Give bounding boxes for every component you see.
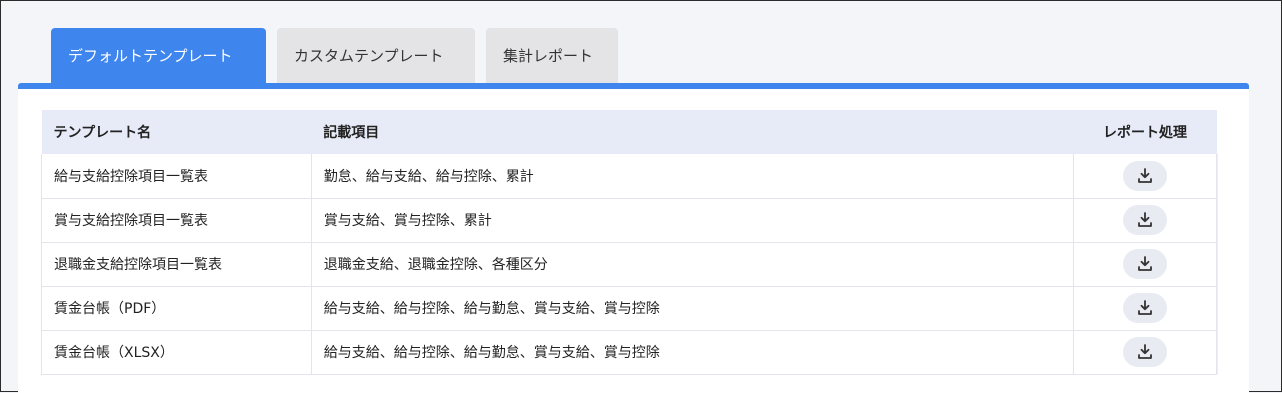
download-icon: [1138, 167, 1152, 183]
download-button[interactable]: [1123, 205, 1168, 235]
tab-default-templates[interactable]: デフォルトテンプレート: [51, 28, 266, 83]
template-name: 賃金台帳（PDF）: [41, 286, 312, 331]
download-button[interactable]: [1123, 293, 1168, 323]
download-button[interactable]: [1123, 337, 1168, 367]
template-name: 退職金支給控除項目一覧表: [41, 242, 312, 287]
download-icon: [1138, 344, 1152, 359]
template-items: 退職金支給、退職金控除、各種区分: [311, 242, 1075, 287]
report-cell: [1073, 286, 1217, 331]
template-name: 賃金台帳（XLSX）: [41, 330, 312, 375]
download-button[interactable]: [1123, 249, 1168, 279]
app-frame: デフォルトテンプレート カスタムテンプレート 集計レポート テンプレート名 記載…: [0, 0, 1282, 393]
tab-bar: デフォルトテンプレート カスタムテンプレート 集計レポート: [51, 28, 618, 83]
template-name: 賞与支給控除項目一覧表: [41, 198, 312, 243]
column-header-items: 記載項目: [323, 125, 380, 141]
template-items: 賞与支給、賞与控除、累計: [311, 198, 1075, 243]
report-cell: [1073, 330, 1217, 375]
download-icon: [1138, 212, 1152, 227]
table-row: 賞与支給控除項目一覧表 賞与支給、賞与控除、累計: [41, 198, 1217, 243]
table-header-row: テンプレート名 記載項目 レポート処理: [41, 110, 1217, 154]
template-table: テンプレート名 記載項目 レポート処理 給与支給控除項目一覧表 勤怠、給与支給、…: [41, 110, 1217, 375]
template-items: 給与支給、給与控除、給与勤怠、賞与支給、賞与控除: [311, 286, 1075, 331]
template-items: 勤怠、給与支給、給与控除、累計: [311, 154, 1075, 199]
download-icon: [1138, 300, 1152, 315]
report-cell: [1073, 242, 1217, 287]
column-header-report: レポート処理: [1103, 125, 1188, 141]
report-cell: [1073, 198, 1217, 243]
download-icon: [1138, 256, 1152, 271]
report-cell: [1073, 154, 1217, 199]
download-button[interactable]: [1123, 160, 1168, 191]
table-row: 給与支給控除項目一覧表 勤怠、給与支給、給与控除、累計: [41, 154, 1217, 199]
tab-panel: テンプレート名 記載項目 レポート処理 給与支給控除項目一覧表 勤怠、給与支給、…: [18, 89, 1249, 393]
tab-summary-reports[interactable]: 集計レポート: [486, 28, 618, 83]
template-items: 給与支給、給与控除、給与勤怠、賞与支給、賞与控除: [311, 330, 1075, 375]
tab-custom-templates[interactable]: カスタムテンプレート: [277, 28, 475, 83]
table-row: 賃金台帳（PDF） 給与支給、給与控除、給与勤怠、賞与支給、賞与控除: [41, 286, 1217, 331]
template-name: 給与支給控除項目一覧表: [41, 154, 312, 199]
table-row: 賃金台帳（XLSX） 給与支給、給与控除、給与勤怠、賞与支給、賞与控除: [41, 330, 1217, 375]
column-header-template-name: テンプレート名: [53, 125, 152, 141]
scroll-track[interactable]: [1217, 154, 1223, 374]
table-row: 退職金支給控除項目一覧表 退職金支給、退職金控除、各種区分: [41, 242, 1217, 287]
